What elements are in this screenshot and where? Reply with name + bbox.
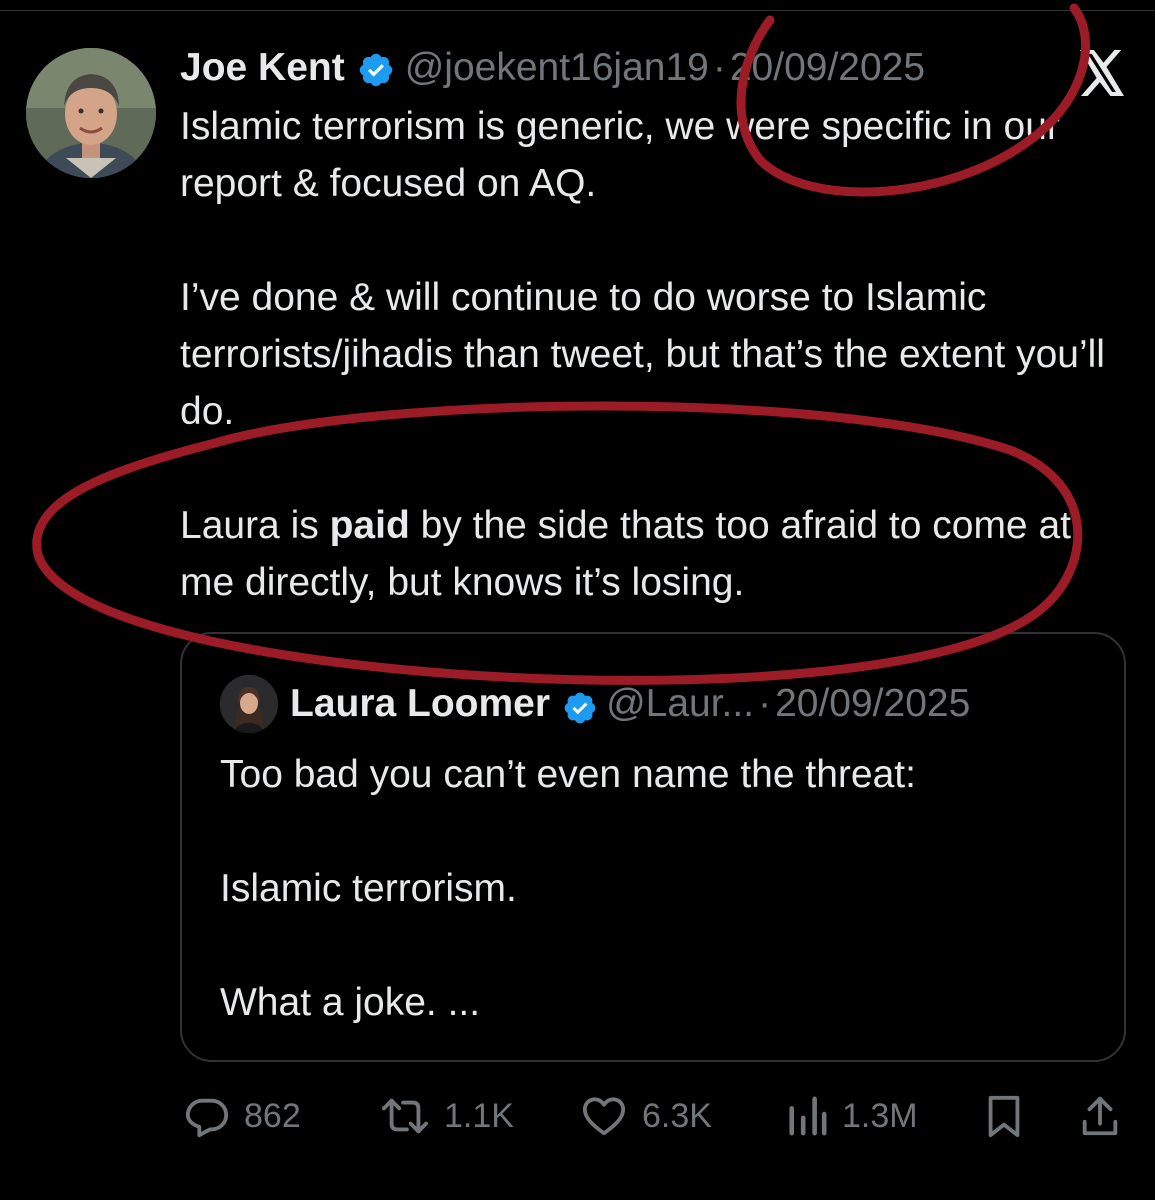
quoted-tweet-card[interactable]: Laura Loomer @Laur... · 20/09/2025 Too b… [180, 632, 1126, 1062]
header-separator: · [712, 46, 726, 89]
heart-icon [582, 1097, 626, 1136]
quoted-tweet-date[interactable]: 20/09/2025 [775, 676, 970, 732]
quoted-author-handle[interactable]: @Laur... [606, 676, 754, 732]
tweet-date[interactable]: 20/09/2025 [730, 40, 925, 96]
repost-button[interactable]: 1.1K [380, 1088, 514, 1144]
header-separator: · [758, 682, 772, 725]
tweet-action-bar: 862 1.1K 6.3K 1.3M [184, 1088, 1124, 1144]
reply-button[interactable]: 862 [184, 1088, 301, 1144]
quoted-tweet-paragraph: Too bad you can’t even name the threat: [220, 753, 916, 796]
views-icon [789, 1096, 827, 1136]
quoted-tweet-paragraph: Islamic terrorism. [220, 867, 517, 910]
tweet-paragraph: Islamic terrorism is generic, we were sp… [180, 105, 1060, 205]
views-button[interactable]: 1.3M [786, 1088, 918, 1144]
tweet-paragraph: I’ve done & will continue to do worse to… [180, 276, 1105, 433]
views-count: 1.3M [842, 1096, 918, 1135]
quoted-author-name[interactable]: Laura Loomer [290, 676, 550, 732]
tweet-body: Islamic terrorism is generic, we were sp… [180, 98, 1130, 611]
share-button[interactable] [1080, 1088, 1134, 1144]
bookmark-icon [988, 1095, 1020, 1138]
tweet-text-segment: Laura is [180, 504, 330, 547]
like-count: 6.3K [642, 1096, 712, 1135]
verified-badge-icon [562, 686, 598, 724]
quoted-author-avatar[interactable] [220, 675, 278, 733]
repost-count: 1.1K [444, 1096, 514, 1135]
quoted-tweet-header: Laura Loomer @Laur... · 20/09/2025 [220, 675, 970, 733]
repost-icon [381, 1098, 428, 1134]
author-handle[interactable]: @joekent16jan19 [405, 40, 709, 96]
share-icon [1082, 1096, 1118, 1136]
author-name[interactable]: Joe Kent [180, 40, 345, 96]
quoted-tweet-body: Too bad you can’t even name the threat: … [220, 746, 1100, 1031]
verified-badge-icon [357, 49, 395, 87]
tweet-bold-word: paid [329, 504, 410, 547]
top-divider [0, 10, 1155, 11]
author-avatar[interactable] [26, 48, 156, 178]
x-logo-icon [1078, 50, 1126, 96]
tweet-header: Joe Kent @joekent16jan19 · 20/09/2025 [180, 40, 925, 96]
tweet-paragraph-highlighted: Laura is paid by the side thats too afra… [180, 497, 1130, 611]
like-button[interactable]: 6.3K [580, 1088, 712, 1144]
reply-icon [185, 1098, 229, 1138]
bookmark-button[interactable] [984, 1088, 1038, 1144]
reply-count: 862 [244, 1096, 301, 1135]
quoted-tweet-paragraph: What a joke. ... [220, 981, 481, 1024]
